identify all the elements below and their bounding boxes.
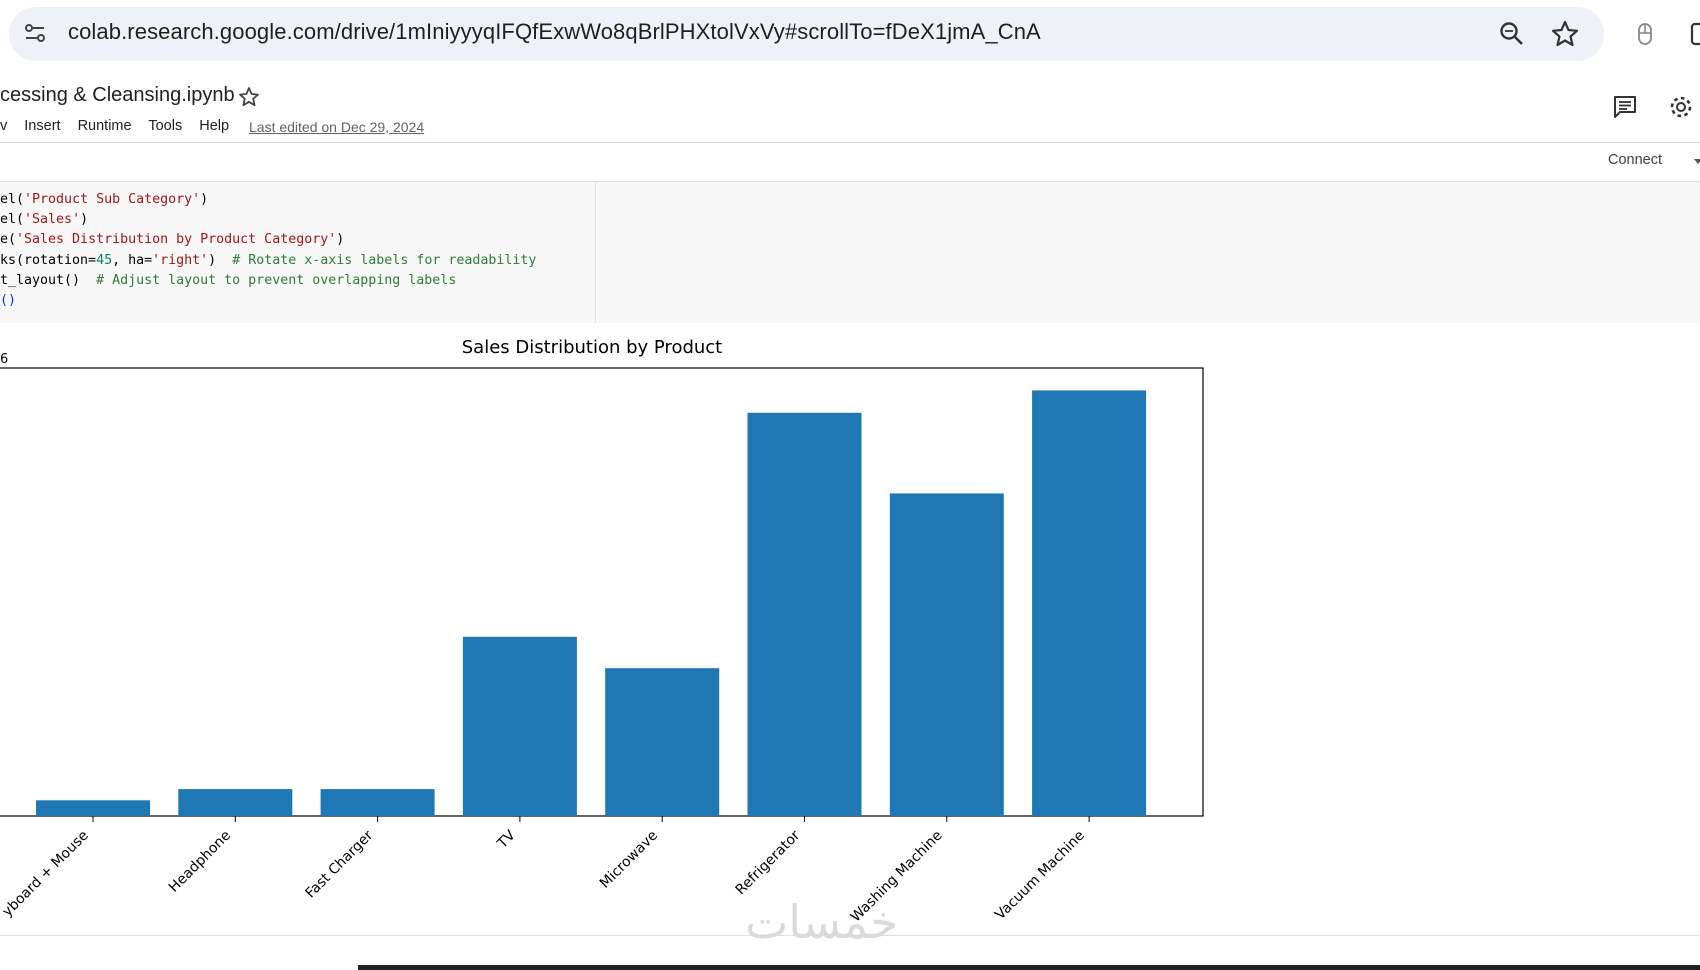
last-edited-link[interactable]: Last edited on Dec 29, 2024 — [249, 119, 424, 135]
axis-offset-label: 6 — [0, 352, 8, 367]
zoom-icon[interactable] — [1498, 20, 1526, 48]
extension-icon[interactable] — [1632, 21, 1658, 47]
bars-group — [36, 390, 1147, 816]
x-ticks-group: yboard + Mouse Headphone Fast Charger TV Mic… — [0, 816, 1090, 925]
bar-5 — [747, 412, 862, 816]
x-tick-label: Fast Charger — [302, 827, 376, 901]
bar-3 — [462, 636, 577, 816]
menu-item-runtime[interactable]: Runtime — [78, 118, 132, 134]
tab-search-icon[interactable] — [1688, 20, 1700, 50]
code-line: ks(rotation=45, ha='right') # Rotate x-a… — [0, 253, 537, 268]
bar-7 — [1032, 390, 1147, 816]
x-tick-label: Vacuum Machine — [992, 828, 1088, 924]
taskbar-strip — [358, 965, 1700, 970]
menu-item-view[interactable]: v — [0, 118, 7, 134]
x-tick-label: Refrigerator — [733, 827, 804, 898]
connect-button[interactable]: Connect — [1608, 152, 1662, 168]
url-text[interactable]: colab.research.google.com/drive/1mIniyyy… — [68, 19, 1041, 45]
code-line: () — [0, 293, 17, 308]
code-line: el('Product Sub Category') — [0, 192, 209, 207]
comment-icon[interactable] — [1612, 94, 1638, 120]
menu-item-insert[interactable]: Insert — [24, 118, 60, 134]
code-line: t_layout() # Adjust layout to prevent ov… — [0, 273, 457, 288]
code-cell-gutter — [596, 182, 1700, 323]
bookmark-star-icon[interactable] — [1550, 19, 1580, 49]
menu-item-help[interactable]: Help — [199, 118, 229, 134]
plot-frame — [0, 367, 1204, 817]
notebook-title[interactable]: cessing & Cleansing.ipynb — [0, 84, 235, 107]
bar-1 — [178, 789, 293, 816]
x-tick-label: Headphone — [166, 828, 234, 896]
chevron-down-icon[interactable] — [1693, 158, 1700, 166]
watermark: خمسات — [745, 896, 899, 948]
x-tick-label: TV — [494, 827, 519, 852]
code-line: e('Sales Distribution by Product Categor… — [0, 232, 345, 247]
site-info-icon[interactable] — [22, 20, 48, 46]
bar-chart: Sales Distribution by Product 6 yboard +… — [0, 337, 1204, 925]
code-line-clipped — [0, 172, 424, 187]
bar-6 — [889, 493, 1004, 816]
menu-item-tools[interactable]: Tools — [148, 118, 182, 134]
x-tick-label: yboard + Mouse — [0, 828, 92, 920]
x-tick-label: Microwave — [597, 828, 661, 892]
bar-0 — [36, 800, 150, 816]
bar-2 — [320, 789, 435, 816]
star-icon[interactable] — [238, 86, 260, 108]
bar-4 — [605, 668, 720, 816]
menu-bar: v Insert Runtime Tools Help — [0, 118, 242, 140]
chart-title: Sales Distribution by Product — [462, 337, 723, 358]
gear-icon[interactable] — [1668, 94, 1694, 120]
code-line: el('Sales') — [0, 212, 89, 227]
code-cell[interactable]: el('Product Sub Category') el('Sales') e… — [0, 182, 596, 323]
